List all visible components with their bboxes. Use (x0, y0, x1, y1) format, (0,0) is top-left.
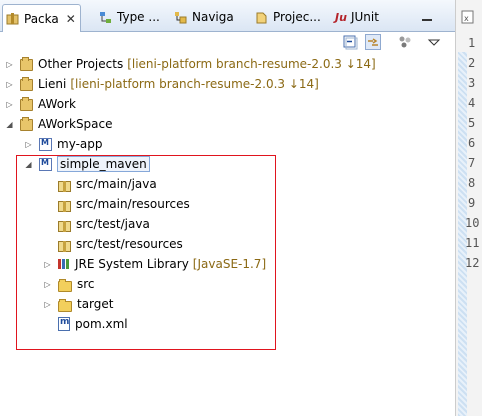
focus-icon[interactable] (397, 34, 413, 50)
tab-label: Projec... (273, 10, 321, 24)
tree-item-label: AWorkSpace (38, 117, 113, 131)
tab-project-explorer[interactable]: Projec... (255, 6, 321, 28)
line-number: 9 (468, 196, 476, 210)
link-with-editor-icon[interactable] (365, 34, 381, 50)
project-icon (20, 57, 33, 71)
tab-label: JUnit (350, 10, 379, 24)
project-icon (20, 117, 33, 131)
navigator-icon (174, 11, 187, 24)
junit-icon: Ju (335, 10, 347, 24)
git-decoration: [lieni-platform branch-resume-2.0.3 ↓14] (127, 57, 376, 71)
tree-item-label: Lieni (38, 77, 67, 91)
view-toolbar (335, 34, 455, 52)
collapse-all-icon[interactable] (342, 34, 358, 50)
tab-label: Packa (24, 11, 59, 26)
tab-junit[interactable]: Ju JUnit (335, 6, 379, 28)
tab-label: Naviga (192, 10, 234, 24)
expand-arrow-icon[interactable]: ▷ (5, 60, 14, 69)
expand-arrow-icon[interactable]: ▷ (5, 100, 14, 109)
tree-item-awork[interactable]: ▷ AWork (5, 95, 76, 113)
expand-arrow-icon[interactable]: ▷ (5, 80, 14, 89)
tab-navigator[interactable]: Naviga (174, 6, 234, 28)
view-tab-bar: Packa ✕ Type ... Naviga Projec... Ju JUn… (0, 0, 455, 32)
maven-project-icon (39, 137, 52, 151)
tree-item-other-projects[interactable]: ▷ Other Projects [lieni-platform branch-… (5, 55, 376, 73)
line-number: 2 (468, 56, 476, 70)
minimize-button[interactable] (422, 6, 432, 28)
close-icon[interactable]: ✕ (66, 12, 76, 26)
git-decoration: [lieni-platform branch-resume-2.0.3 ↓14] (70, 77, 319, 91)
highlight-annotation-box (16, 155, 276, 350)
svg-text:x: x (464, 14, 469, 23)
tab-label: Type ... (117, 10, 160, 24)
project-icon (20, 97, 33, 111)
line-number: 3 (468, 76, 476, 90)
tree-item-aworkspace[interactable]: ◢ AWorkSpace (5, 115, 113, 133)
line-number: 6 (468, 136, 476, 150)
tree-item-my-app[interactable]: ▷ my-app (24, 135, 103, 153)
tree-item-label: AWork (38, 97, 76, 111)
line-number: 8 (468, 176, 476, 190)
line-number: 1 (468, 36, 476, 50)
line-number: 4 (468, 96, 476, 110)
project-icon (20, 77, 33, 91)
project-explorer-icon (255, 11, 268, 24)
tree-item-lieni[interactable]: ▷ Lieni [lieni-platform branch-resume-2.… (5, 75, 319, 93)
view-menu-icon[interactable] (426, 34, 442, 50)
type-hierarchy-icon (99, 11, 112, 24)
tree-item-label: my-app (57, 137, 103, 151)
line-number: 10 (465, 216, 480, 230)
line-number: 5 (468, 116, 476, 130)
tab-package-explorer[interactable]: Packa ✕ (2, 4, 81, 32)
line-number: 11 (465, 236, 480, 250)
line-number: 7 (468, 156, 476, 170)
editor-overview-ruler (458, 52, 467, 416)
tab-type-hierarchy[interactable]: Type ... (99, 6, 160, 28)
expand-arrow-icon[interactable]: ▷ (24, 140, 33, 149)
tree-item-label: Other Projects (38, 57, 124, 71)
editor-tab[interactable]: x (456, 8, 482, 28)
collapse-arrow-icon[interactable]: ◢ (5, 120, 14, 129)
line-number: 12 (465, 256, 480, 270)
package-explorer-icon (6, 12, 19, 25)
